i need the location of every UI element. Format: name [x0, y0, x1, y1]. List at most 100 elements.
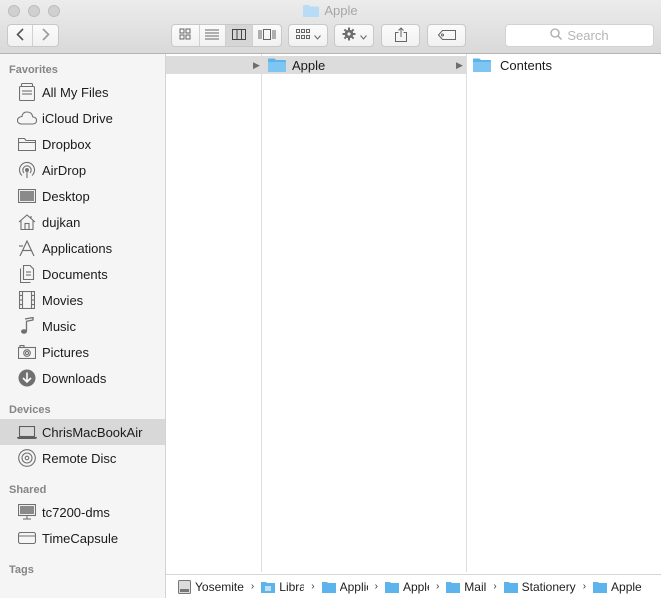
search-placeholder: Search: [567, 28, 609, 43]
path-crumb-mail[interactable]: Mail: [446, 580, 486, 594]
icon-view-button[interactable]: [172, 25, 200, 46]
folder-icon: [446, 581, 461, 593]
path-crumb-label: Yosemite: [195, 579, 244, 594]
column-row-selected[interactable]: ▶: [166, 56, 261, 74]
path-crumb-label: Mail: [464, 579, 487, 594]
folder-icon: [303, 4, 320, 20]
folder-icon: [473, 58, 491, 72]
section-heading-favorites: Favorites: [9, 64, 58, 76]
cloud-icon: [17, 108, 37, 128]
path-crumb-library[interactable]: Library: [261, 580, 304, 594]
sidebar-item-music[interactable]: Music: [0, 313, 165, 339]
cover-flow-view-button[interactable]: [253, 25, 281, 46]
window-title: Apple: [0, 3, 661, 20]
arrange-button[interactable]: [288, 24, 328, 47]
sidebar-item-all-my-files[interactable]: All My Files: [0, 79, 165, 105]
sidebar-item-pictures[interactable]: Pictures: [0, 339, 165, 365]
home-icon: [17, 212, 37, 232]
sidebar-item-timecapsule[interactable]: TimeCapsule: [0, 525, 165, 551]
sidebar-item-label: dujkan: [42, 214, 81, 230]
edit-tags-button[interactable]: [427, 24, 466, 47]
path-crumb-stationery[interactable]: Stationery: [503, 579, 576, 594]
folder-icon: [503, 581, 518, 593]
sidebar-item-remote-disc[interactable]: Remote Disc: [0, 445, 165, 471]
sidebar-item-label: All My Files: [42, 84, 109, 100]
share-button[interactable]: [381, 24, 420, 47]
sidebar-item-tc7200-dms[interactable]: tc7200-dms: [0, 499, 165, 525]
sidebar-item-icloud-drive[interactable]: iCloud Drive: [0, 105, 165, 131]
sidebar-item-applications[interactable]: Applications: [0, 235, 165, 261]
chevron-down-icon: [359, 28, 367, 43]
chevron-down-icon: [313, 28, 321, 43]
toolbar: Apple Search: [0, 0, 661, 54]
chevron-left-icon: [16, 27, 24, 44]
sidebar-item-label: Pictures: [42, 344, 89, 360]
sidebar-item-label: Desktop: [42, 188, 90, 204]
path-separator-icon: ›: [311, 581, 315, 592]
arrange-icon: [295, 28, 310, 43]
folder-row-apple[interactable]: Apple ▶: [262, 56, 466, 74]
disclosure-arrow-icon: ▶: [253, 59, 260, 70]
sidebar-item-desktop[interactable]: Desktop: [0, 183, 165, 209]
forward-button[interactable]: [33, 25, 58, 46]
path-separator-icon: ›: [435, 581, 440, 592]
time-capsule-icon: [17, 528, 37, 548]
sidebar-item-label: Remote Disc: [42, 450, 117, 466]
folder-icon: [593, 581, 608, 593]
sidebar-item-chrismacbookair[interactable]: ChrisMacBookAir: [0, 419, 165, 445]
sidebar-item-label: iCloud Drive: [42, 110, 113, 126]
path-crumb-yosemite[interactable]: Yosemite: [178, 579, 244, 594]
desktop-icon: [17, 186, 37, 206]
path-separator-icon: ›: [250, 581, 255, 592]
path-crumb-label: Apple: [611, 579, 642, 594]
folder-name: Apple: [292, 57, 326, 73]
column-view-icon: [231, 28, 246, 43]
section-heading-shared: Shared: [9, 484, 47, 496]
search-field[interactable]: Search: [505, 24, 654, 47]
download-icon: [17, 368, 37, 388]
section-heading-devices: Devices: [9, 404, 51, 416]
airdrop-icon: [17, 160, 37, 180]
path-crumb-label: Library: [279, 579, 304, 594]
sidebar-item-airdrop[interactable]: AirDrop: [0, 157, 165, 183]
music-icon: [17, 316, 37, 336]
icon-view-icon: [179, 28, 191, 43]
path-crumb-application-support[interactable]: Application Support: [321, 580, 368, 594]
camera-icon: [17, 342, 37, 362]
path-bar: Yosemite › Library › Application Support…: [166, 574, 661, 598]
sidebar-item-movies[interactable]: Movies: [0, 287, 165, 313]
list-view-button[interactable]: [200, 25, 227, 46]
path-separator-icon: ›: [493, 581, 497, 592]
path-crumb-label: Stationery: [521, 579, 576, 594]
sidebar-item-documents[interactable]: Documents: [0, 261, 165, 287]
sidebar-item-home[interactable]: dujkan: [0, 209, 165, 235]
cover-flow-icon: [258, 28, 276, 43]
path-crumb-apple[interactable]: Apple: [384, 579, 429, 594]
search-icon: [550, 28, 563, 43]
browser-column-2: Apple ▶: [262, 54, 467, 572]
gear-icon: [342, 27, 356, 44]
sidebar-item-label: Dropbox: [42, 136, 92, 152]
section-heading-tags: Tags: [9, 564, 34, 576]
sidebar-item-label: tc7200-dms: [42, 504, 110, 520]
list-view-icon: [205, 28, 220, 43]
sidebar-item-downloads[interactable]: Downloads: [0, 365, 165, 391]
share-icon: [394, 26, 407, 45]
column-view-button[interactable]: [226, 25, 253, 46]
sidebar: Favorites All My Files iCloud Drive Drop…: [0, 54, 166, 598]
folder-icon: [17, 134, 37, 154]
back-button[interactable]: [8, 25, 34, 46]
path-crumb-apple-current[interactable]: Apple: [593, 580, 642, 594]
browser-column-3: Contents: [467, 54, 661, 572]
folder-icon: [384, 581, 399, 593]
path-separator-icon: ›: [582, 581, 587, 592]
action-button[interactable]: [334, 24, 374, 47]
finder-window: Apple Search Favorites All My Files iClo…: [0, 0, 661, 598]
sidebar-item-label: Movies: [42, 292, 84, 308]
sidebar-item-label: Downloads: [42, 370, 107, 386]
sidebar-item-dropbox[interactable]: Dropbox: [0, 131, 165, 157]
hard-drive-icon: [178, 579, 191, 594]
navigation-buttons: [7, 24, 59, 47]
path-crumb-label: Apple: [402, 579, 429, 594]
folder-row-contents[interactable]: Contents: [467, 56, 661, 74]
